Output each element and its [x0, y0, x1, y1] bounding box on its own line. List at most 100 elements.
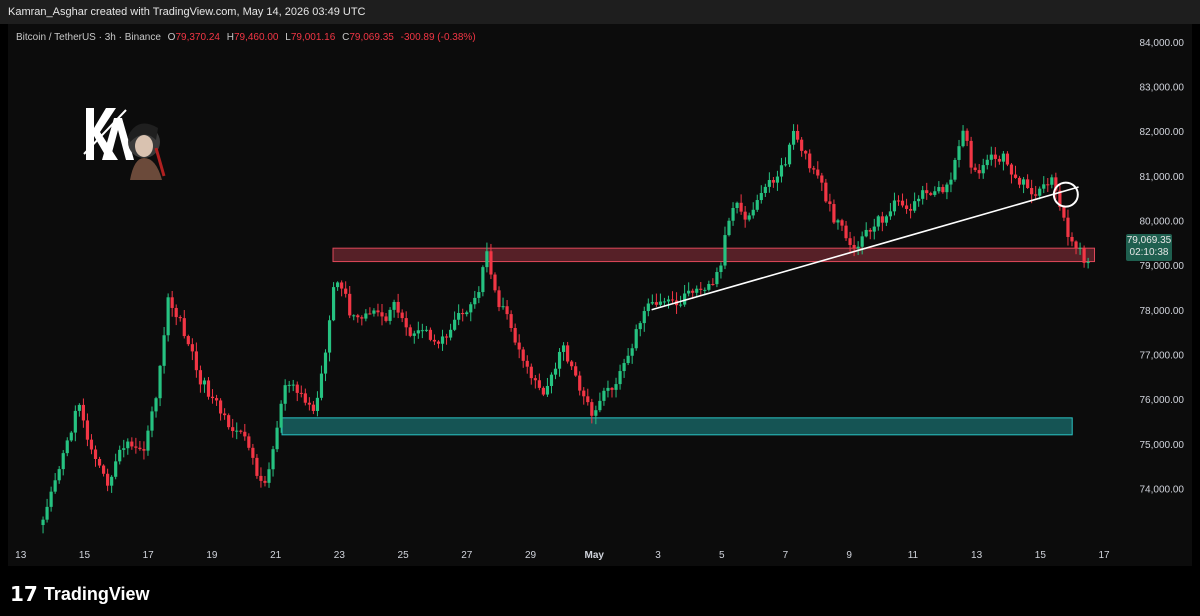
- candle-body: [69, 432, 73, 441]
- time-tick-label: 27: [461, 550, 473, 561]
- time-tick-label: 29: [525, 550, 537, 561]
- price-tick-label: 82,000.00: [1140, 127, 1185, 138]
- candle-body: [582, 390, 586, 397]
- candle-body: [735, 202, 739, 209]
- candle-body: [868, 229, 872, 232]
- candle-body: [118, 449, 122, 462]
- low-value: 79,001.16: [290, 32, 336, 43]
- candle-body: [679, 304, 683, 306]
- candle-body: [767, 180, 771, 187]
- candle-body: [473, 297, 477, 305]
- candle-body: [900, 200, 905, 206]
- time-tick-label: 13: [971, 550, 983, 561]
- candle-body: [1026, 179, 1030, 188]
- candle-body: [1046, 184, 1050, 186]
- candle-body: [263, 480, 267, 483]
- candle-body: [913, 201, 917, 211]
- candle-body: [1074, 241, 1078, 249]
- candle-body: [860, 236, 864, 247]
- candle-body: [243, 431, 247, 437]
- candle-body: [545, 385, 550, 395]
- candle-body: [836, 220, 840, 223]
- ohlc-legend: Bitcoin / TetherUS · 3h · Binance O79,37…: [16, 32, 476, 43]
- candle-body: [251, 447, 255, 458]
- candle-body: [412, 333, 416, 336]
- candle-body: [214, 398, 219, 401]
- candle-body: [287, 384, 291, 386]
- candle-body: [352, 315, 356, 317]
- candle-body: [933, 191, 937, 195]
- candle-body: [182, 318, 186, 337]
- candle-body: [303, 393, 307, 403]
- time-axis[interactable]: 13 15 17 19 21 23 25 27 29 May 3 5 7 9 11 13 15 17: [8, 542, 1120, 566]
- symbol-label: Bitcoin / TetherUS · 3h · Binance: [16, 32, 161, 43]
- candle-body: [533, 378, 537, 381]
- candle-body: [670, 299, 675, 301]
- candle-body: [344, 288, 348, 294]
- candle-body: [1082, 247, 1086, 263]
- candle-body: [654, 302, 658, 305]
- candle-body: [505, 306, 509, 315]
- time-tick-label: 13: [15, 550, 27, 561]
- candle-body: [727, 220, 731, 236]
- candle-body: [259, 475, 263, 481]
- high-value: 79,460.00: [233, 32, 279, 43]
- candle-body: [89, 439, 94, 450]
- candle-body: [509, 314, 513, 329]
- current-price-tag: 79,069.35 02:10:38: [1126, 234, 1172, 261]
- candle-body: [791, 130, 796, 145]
- candle-body: [816, 169, 820, 176]
- candle-body: [751, 209, 755, 216]
- candle-body: [529, 366, 533, 379]
- candle-body: [114, 461, 118, 477]
- candle-body: [832, 204, 836, 223]
- candle-body: [372, 310, 376, 314]
- candle-body: [1009, 164, 1014, 175]
- candle-body: [921, 190, 925, 199]
- footer-bar: 17 TradingView: [0, 566, 1200, 616]
- candle-body: [953, 159, 957, 180]
- tradingview-logo[interactable]: 17 TradingView: [10, 582, 150, 606]
- candle-body: [465, 312, 469, 315]
- candle-body: [239, 430, 243, 432]
- candle-body: [453, 319, 457, 330]
- candle-body: [864, 229, 868, 237]
- candle-body: [614, 384, 618, 390]
- candle-body: [57, 469, 61, 481]
- candle-body: [231, 427, 235, 432]
- candle-body: [904, 205, 909, 209]
- candle-body: [1042, 184, 1046, 189]
- candle-body: [578, 375, 582, 391]
- candle-body: [796, 130, 800, 140]
- candle-body: [150, 411, 154, 431]
- candle-body: [481, 267, 485, 293]
- candle-body: [170, 297, 174, 308]
- candle-body: [731, 208, 735, 221]
- candle-body: [291, 384, 295, 386]
- candle-body: [110, 476, 114, 486]
- candle-body: [392, 301, 396, 310]
- candle-body: [973, 167, 977, 171]
- candle-body: [787, 144, 792, 165]
- candle-body: [896, 200, 901, 202]
- candle-body: [295, 384, 299, 393]
- candle-body: [1005, 153, 1010, 165]
- chart-plot[interactable]: [8, 24, 1120, 542]
- candle-body: [618, 371, 622, 385]
- time-tick-label: 11: [908, 550, 919, 561]
- candle-body: [142, 449, 146, 451]
- candle-body: [650, 302, 654, 304]
- candle-body: [235, 430, 239, 432]
- candle-body: [804, 150, 808, 154]
- candle-body: [517, 342, 521, 350]
- open-value: 79,370.24: [175, 32, 220, 43]
- candle-body: [101, 465, 106, 474]
- candle-body: [218, 400, 223, 414]
- candle-body: [638, 323, 642, 330]
- time-tick-label: 21: [270, 550, 282, 561]
- candle-body: [485, 251, 489, 268]
- price-axis[interactable]: 74,000.00 75,000.00 76,000.00 77,000.00 78,0…: [1120, 24, 1192, 566]
- price-tick-label: 79,000.00: [1140, 261, 1185, 272]
- price-tick-label: 74,000.00: [1140, 484, 1185, 495]
- price-tick-label: 84,000.00: [1140, 38, 1185, 49]
